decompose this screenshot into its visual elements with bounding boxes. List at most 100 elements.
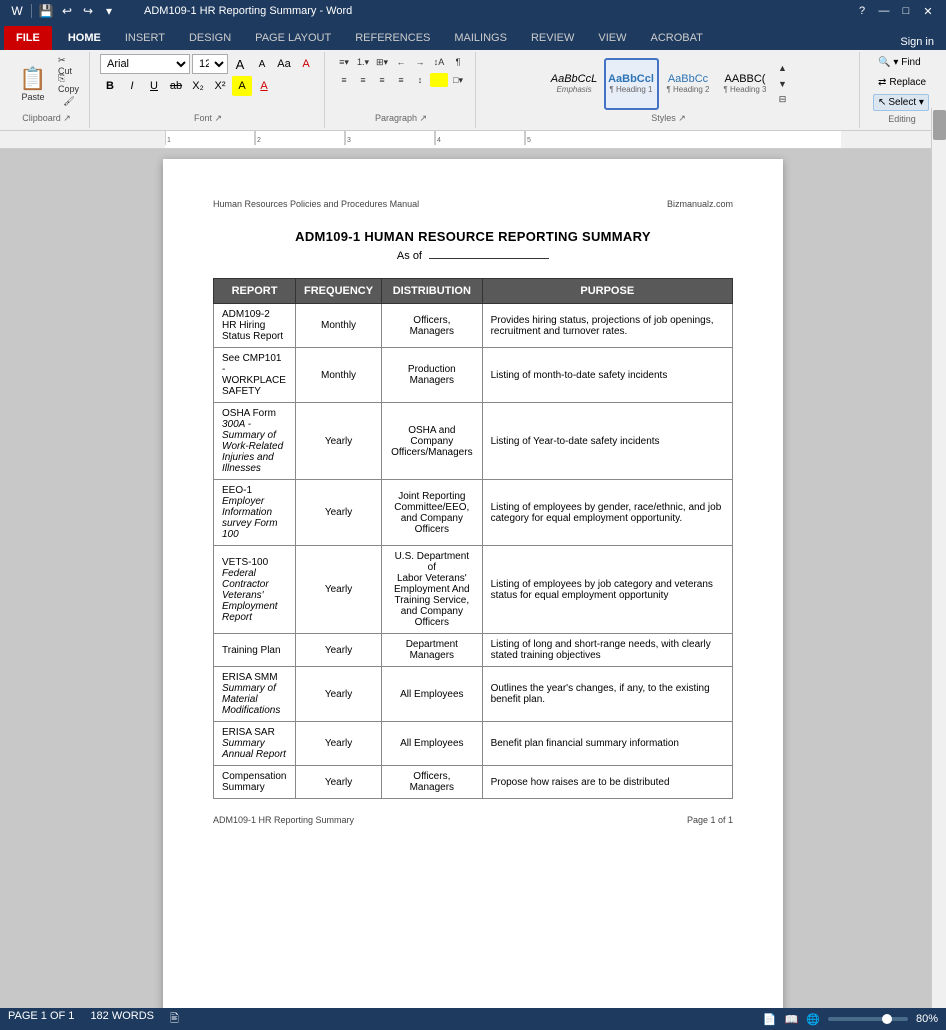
show-marks-button[interactable]: ¶ <box>449 54 467 70</box>
tab-review[interactable]: REVIEW <box>519 26 586 50</box>
clear-formatting-button[interactable]: A <box>296 54 316 74</box>
scroll-thumb[interactable] <box>933 110 946 140</box>
view-web[interactable]: 🌐 <box>806 1013 820 1026</box>
table-row: OSHA Form 300A - Summary of Work-Related… <box>214 403 733 480</box>
cell-frequency: Monthly <box>296 348 382 403</box>
subscript-button[interactable]: X₂ <box>188 76 208 96</box>
help-button[interactable]: ? <box>852 3 872 19</box>
text-highlight-button[interactable]: A <box>232 76 252 96</box>
style-heading2[interactable]: AaBbCc ¶ Heading 2 <box>661 58 716 110</box>
align-center-button[interactable]: ≡ <box>354 72 372 88</box>
minimize-button[interactable]: — <box>874 3 894 19</box>
sign-in-button[interactable]: Sign in <box>892 34 942 50</box>
maximize-button[interactable]: □ <box>896 3 916 19</box>
cell-distribution: All Employees <box>382 667 482 722</box>
style-heading3-label: AABBC( <box>725 73 766 85</box>
tab-mailings[interactable]: MAILINGS <box>442 26 519 50</box>
document-subtitle: As of <box>213 250 733 262</box>
redo-button[interactable]: ↪ <box>79 2 97 20</box>
cut-button[interactable]: ✂ Cut <box>57 58 81 74</box>
tab-acrobat[interactable]: ACROBAT <box>638 26 714 50</box>
font-color-button[interactable]: A <box>254 76 274 96</box>
shading-button[interactable] <box>430 73 448 87</box>
style-heading1-name: ¶ Heading 1 <box>610 85 653 94</box>
italic-button[interactable]: I <box>122 76 142 96</box>
cell-purpose: Listing of employees by gender, race/eth… <box>482 480 732 546</box>
align-left-button[interactable]: ≡ <box>335 72 353 88</box>
page-header: Human Resources Policies and Procedures … <box>213 199 733 209</box>
word-count: 182 WORDS <box>90 1010 154 1029</box>
line-spacing-button[interactable]: ↕ <box>411 72 429 88</box>
justify-button[interactable]: ≡ <box>392 72 410 88</box>
scrollbar[interactable] <box>931 108 946 1008</box>
cell-purpose: Listing of employees by job category and… <box>482 546 732 634</box>
select-icon: ↖ <box>878 97 886 108</box>
col-report: REPORT <box>214 279 296 304</box>
font-name-row: Arial 12 A A Aa A <box>100 54 316 74</box>
grow-font-button[interactable]: A <box>230 54 250 74</box>
strikethrough-button[interactable]: ab <box>166 76 186 96</box>
superscript-button[interactable]: X² <box>210 76 230 96</box>
zoom-slider[interactable] <box>828 1017 908 1021</box>
underline-button[interactable]: U <box>144 76 164 96</box>
align-right-button[interactable]: ≡ <box>373 72 391 88</box>
quick-access-toolbar: W 💾 ↩ ↪ ▾ <box>8 2 118 20</box>
paste-button[interactable]: 📋 Paste <box>12 56 54 112</box>
decrease-indent-button[interactable]: ← <box>392 54 410 70</box>
font-name-select[interactable]: Arial <box>100 54 190 74</box>
paste-label: Paste <box>21 92 44 102</box>
tab-design[interactable]: DESIGN <box>177 26 243 50</box>
style-emphasis[interactable]: AaBbCcL Emphasis <box>547 58 602 110</box>
table-row: ERISA SAR Summary Annual ReportYearlyAll… <box>214 722 733 766</box>
increase-indent-button[interactable]: → <box>411 54 429 70</box>
close-button[interactable]: ✕ <box>918 3 938 19</box>
tab-references[interactable]: REFERENCES <box>343 26 442 50</box>
multilevel-button[interactable]: ⊞▾ <box>373 54 391 70</box>
tab-insert[interactable]: INSERT <box>113 26 177 50</box>
cell-frequency: Yearly <box>296 667 382 722</box>
table-row: Training PlanYearlyDepartment ManagersLi… <box>214 634 733 667</box>
styles-scroll-down[interactable]: ▼ <box>775 77 791 91</box>
header-right: Bizmanualz.com <box>667 199 733 209</box>
save-button[interactable]: 💾 <box>37 2 55 20</box>
document-page[interactable]: Human Resources Policies and Procedures … <box>163 159 783 1019</box>
tab-view[interactable]: VIEW <box>586 26 638 50</box>
svg-text:1: 1 <box>167 137 171 144</box>
styles-scroll-up[interactable]: ▲ <box>775 61 791 75</box>
tab-file[interactable]: FILE <box>4 26 52 50</box>
replace-button[interactable]: ⇄ Replace <box>873 74 931 91</box>
word-icon[interactable]: W <box>8 2 26 20</box>
footer-left: ADM109-1 HR Reporting Summary <box>213 815 354 825</box>
numbering-button[interactable]: 1.▾ <box>354 54 372 70</box>
cell-purpose: Outlines the year's changes, if any, to … <box>482 667 732 722</box>
footer-right: Page 1 of 1 <box>687 815 733 825</box>
style-heading1[interactable]: AaBbCcl ¶ Heading 1 <box>604 58 659 110</box>
tab-page-layout[interactable]: PAGE LAYOUT <box>243 26 343 50</box>
style-heading3-name: ¶ Heading 3 <box>724 85 767 94</box>
styles-expand[interactable]: ⊟ <box>775 93 791 107</box>
editing-group-content: 🔍 ▾ Find ⇄ Replace ↖ Select ▾ <box>873 54 931 114</box>
find-button[interactable]: 🔍 ▾ Find <box>873 54 926 71</box>
customize-button[interactable]: ▾ <box>100 2 118 20</box>
cell-report: See CMP101 - WORKPLACE SAFETY <box>214 348 296 403</box>
undo-button[interactable]: ↩ <box>58 2 76 20</box>
tab-home[interactable]: HOME <box>56 26 113 50</box>
style-heading3[interactable]: AABBC( ¶ Heading 3 <box>718 58 773 110</box>
font-size-select[interactable]: 12 <box>192 54 228 74</box>
view-read[interactable]: 📖 <box>785 1013 799 1026</box>
find-label: ▾ Find <box>893 57 920 68</box>
format-painter-button[interactable]: 🖌 <box>57 94 81 110</box>
change-case-button[interactable]: Aa <box>274 54 294 74</box>
styles-group: AaBbCcL Emphasis AaBbCcl ¶ Heading 1 AaB… <box>478 52 860 128</box>
shrink-font-button[interactable]: A <box>252 54 272 74</box>
view-print[interactable]: 📄 <box>763 1013 777 1026</box>
bullets-button[interactable]: ≡▾ <box>335 54 353 70</box>
borders-button[interactable]: □▾ <box>449 72 467 88</box>
clipboard-group: 📋 Paste ✂ Cut ⎘ Copy 🖌 Clipboard ↗ <box>4 52 90 128</box>
sort-button[interactable]: ↕A <box>430 54 448 70</box>
clipboard-small-buttons: ✂ Cut ⎘ Copy 🖌 <box>57 58 81 110</box>
bold-button[interactable]: B <box>100 76 120 96</box>
select-button[interactable]: ↖ Select ▾ <box>873 94 929 111</box>
copy-button[interactable]: ⎘ Copy <box>57 76 81 92</box>
paste-icon: 📋 <box>19 66 46 92</box>
